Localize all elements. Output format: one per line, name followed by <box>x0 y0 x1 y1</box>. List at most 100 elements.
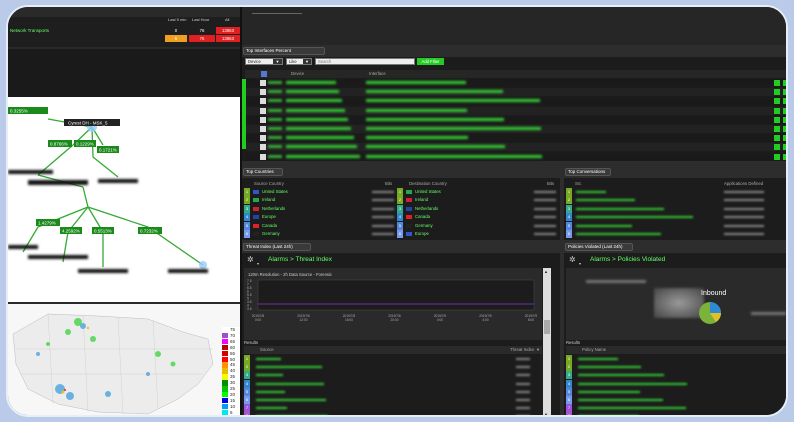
policy-name[interactable] <box>578 374 664 377</box>
interface-name[interactable] <box>366 99 540 103</box>
dest-country[interactable]: Europe <box>415 230 429 238</box>
threat-row[interactable]: 7 <box>244 404 542 413</box>
gear-icon[interactable]: ✲ <box>569 255 576 264</box>
policy-row[interactable]: 4 <box>566 379 786 388</box>
action-icon[interactable] <box>783 153 786 160</box>
dest-country[interactable]: Netherlands <box>415 205 438 213</box>
action-icon[interactable] <box>774 116 780 123</box>
tree-label-4[interactable]: 0.1721% <box>99 148 117 153</box>
device-name[interactable] <box>286 90 339 94</box>
threat-scrollbar[interactable]: ▲ ▼ <box>543 268 551 415</box>
action-icon[interactable] <box>783 144 786 151</box>
threat-source[interactable] <box>256 382 324 385</box>
threat-source[interactable] <box>256 358 281 360</box>
alarm-count-all-2[interactable]: 13863 <box>216 35 240 42</box>
threat-source[interactable] <box>256 415 328 417</box>
interface-name[interactable] <box>366 90 503 94</box>
chevron-down-icon[interactable]: ▼ <box>273 59 282 64</box>
threat-row[interactable]: 2 <box>244 363 542 372</box>
tree-label-8[interactable]: 0.7232% <box>140 229 158 234</box>
policies-breadcrumb[interactable]: Alarms > Policies Violated <box>590 256 665 263</box>
conversation-src[interactable] <box>576 216 693 219</box>
interface-name[interactable] <box>366 127 541 130</box>
conversation-src[interactable] <box>576 233 661 235</box>
conversation-src[interactable] <box>576 199 635 202</box>
interface-name[interactable] <box>366 108 467 112</box>
action-icon[interactable] <box>774 80 780 86</box>
conversation-row[interactable]: 5 <box>566 221 786 230</box>
col-src[interactable]: Src <box>575 181 581 186</box>
policy-row[interactable]: 3 <box>566 371 786 380</box>
conversation-row[interactable]: 3 <box>566 204 786 213</box>
policy-name[interactable] <box>578 382 687 385</box>
policy-name[interactable] <box>578 358 618 360</box>
add-filter-button[interactable]: Add Filter <box>417 58 444 65</box>
country-row[interactable]: 3 Netherlands 3 Netherlands <box>244 204 558 213</box>
table-row[interactable] <box>246 115 786 124</box>
col-dest-country[interactable]: Destination Country <box>409 181 447 186</box>
threat-breadcrumb[interactable]: Alarms > Threat Index <box>268 256 332 263</box>
conversation-src[interactable] <box>576 207 664 210</box>
policy-row[interactable]: 7 <box>566 404 786 413</box>
conversation-src[interactable] <box>576 191 606 193</box>
policy-name[interactable] <box>578 399 663 401</box>
network-tree[interactable]: 0.3255% Cyrest DH - MSK_5 0.8766% 0.1229… <box>8 97 240 302</box>
alarm-count-hour[interactable]: 76 <box>189 27 215 34</box>
interface-name[interactable] <box>366 145 505 149</box>
policy-row[interactable]: 2 <box>566 363 786 372</box>
threat-source[interactable] <box>256 374 283 377</box>
conversation-row[interactable]: 1 <box>566 188 786 196</box>
device-name[interactable] <box>286 127 351 130</box>
action-icon[interactable] <box>783 126 786 132</box>
source-country[interactable]: Ireland <box>262 196 275 204</box>
action-icon[interactable] <box>783 116 786 123</box>
alarm-count-all[interactable]: 13863 <box>216 27 240 34</box>
col-threat-source[interactable]: Source <box>260 347 274 352</box>
table-row[interactable] <box>246 152 786 161</box>
country-row[interactable]: 2 Ireland 2 Ireland <box>244 196 558 205</box>
device-name[interactable] <box>286 136 354 140</box>
action-icon[interactable] <box>774 89 780 96</box>
source-country[interactable]: Germany <box>262 230 280 238</box>
tree-label-6[interactable]: 4.2592% <box>62 229 80 234</box>
dest-country[interactable]: United States <box>415 188 441 196</box>
device-name[interactable] <box>286 99 342 103</box>
table-row[interactable] <box>246 143 786 152</box>
country-row[interactable]: 6 Germany 6 Europe <box>244 230 558 238</box>
tree-label-7[interactable]: 0.5513% <box>94 229 112 234</box>
col-source-country[interactable]: Source Country <box>254 181 284 186</box>
table-row[interactable] <box>246 88 786 97</box>
threat-row[interactable]: 4 <box>244 379 542 388</box>
select-all-icon[interactable] <box>261 71 267 77</box>
col-interface[interactable]: Interface <box>369 71 386 76</box>
conversation-src[interactable] <box>576 224 632 227</box>
search-input[interactable] <box>315 58 415 65</box>
tree-root-label[interactable]: Cyrest DH - MSK_5 <box>68 121 108 126</box>
chevron-down-icon[interactable]: ▾ <box>257 261 259 266</box>
col-apps[interactable]: Applications Defined <box>724 181 763 186</box>
tree-label-1[interactable]: 0.3255% <box>10 109 28 114</box>
dest-country[interactable]: Germany <box>415 222 433 230</box>
alarm-count-hour-2[interactable]: 76 <box>189 35 215 42</box>
threat-source[interactable] <box>256 390 285 393</box>
source-country[interactable]: Europe <box>262 213 276 221</box>
action-icon[interactable] <box>774 144 780 151</box>
col-threat-index[interactable]: Threat Index <box>510 347 534 352</box>
threat-row[interactable]: 5 <box>244 387 542 396</box>
threat-source[interactable] <box>256 366 322 369</box>
conversation-row[interactable]: 2 <box>566 196 786 205</box>
threat-source[interactable] <box>256 407 287 410</box>
action-icon[interactable] <box>774 135 780 142</box>
action-icon[interactable] <box>783 98 786 105</box>
threat-source[interactable] <box>256 399 326 401</box>
action-icon[interactable] <box>783 80 786 86</box>
interface-name[interactable] <box>366 136 468 140</box>
action-icon[interactable] <box>783 89 786 96</box>
device-name[interactable] <box>286 81 336 84</box>
table-row[interactable] <box>246 97 786 106</box>
tree-label-2[interactable]: 0.8766% <box>50 142 68 147</box>
policy-row[interactable]: 1 <box>566 355 786 363</box>
policy-row[interactable]: 8 <box>566 412 786 415</box>
action-icon[interactable] <box>774 126 780 132</box>
chevron-down-icon[interactable]: ▼ <box>303 59 311 64</box>
